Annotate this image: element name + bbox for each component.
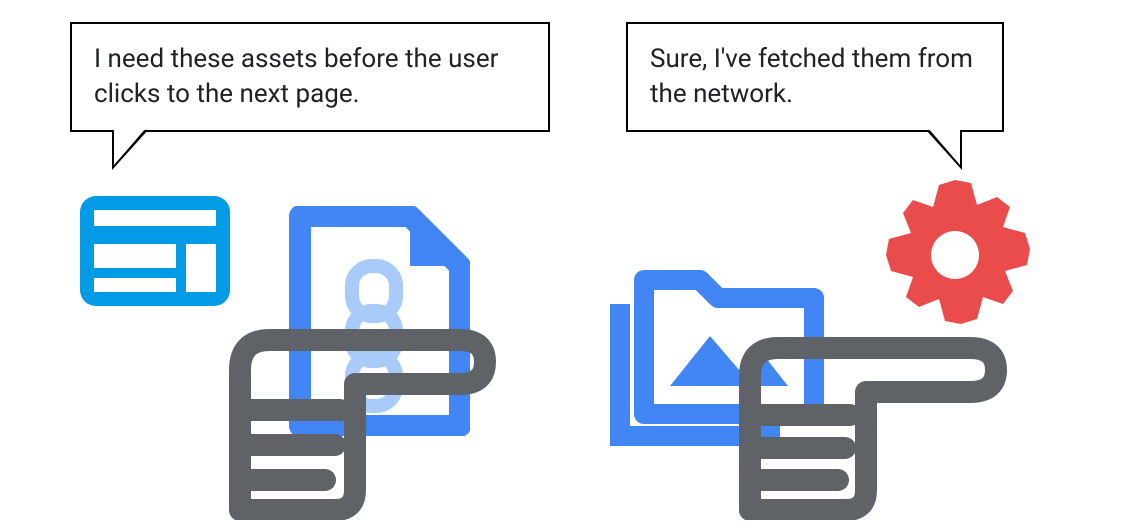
- speech-bubble-left: I need these assets before the user clic…: [70, 22, 550, 132]
- speech-bubble-right: Sure, I've fetched them from the network…: [626, 22, 1004, 132]
- hand-pointing-right-icon: [720, 300, 1020, 524]
- speech-text-left: I need these assets before the user clic…: [94, 44, 498, 109]
- hand-pointing-left-icon: [200, 290, 500, 524]
- speech-text-right: Sure, I've fetched them from the network…: [650, 44, 973, 109]
